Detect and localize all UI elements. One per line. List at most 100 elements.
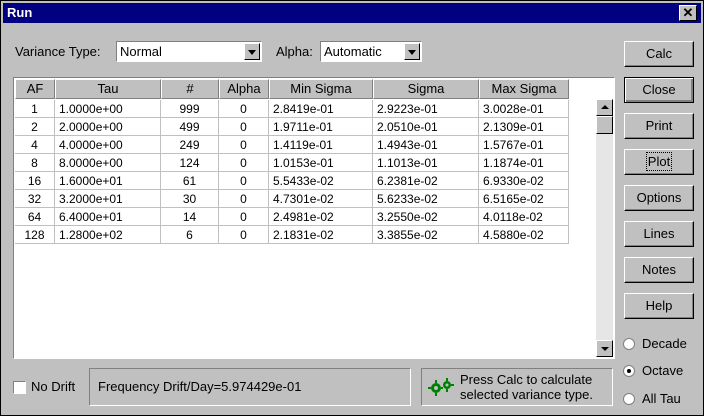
- print-label: Print: [645, 118, 673, 133]
- scroll-down-button[interactable]: [596, 340, 613, 357]
- table-cell: 2.1831e-02: [269, 226, 373, 244]
- table-cell: 4.7301e-02: [269, 190, 373, 208]
- vertical-scrollbar[interactable]: [596, 99, 613, 357]
- alpha-label: Alpha:: [276, 44, 313, 59]
- table-cell: 1.1013e-01: [373, 154, 479, 172]
- table-cell: 0: [219, 136, 269, 154]
- table-cell: 4: [15, 136, 55, 154]
- table-cell: 2.4981e-02: [269, 208, 373, 226]
- table-cell: 8.0000e+00: [55, 154, 161, 172]
- table-cell: 3.3855e-02: [373, 226, 479, 244]
- column-header[interactable]: Tau: [55, 79, 161, 99]
- table-cell: 0: [219, 208, 269, 226]
- table-cell: 1.0000e+00: [55, 100, 161, 118]
- radio-indicator[interactable]: [623, 365, 635, 377]
- table-cell: 0: [219, 172, 269, 190]
- help-button[interactable]: Help: [624, 293, 694, 319]
- table-cell: 6.9330e-02: [479, 172, 569, 190]
- table-cell: 1.1874e-01: [479, 154, 569, 172]
- window-title: Run: [7, 5, 33, 20]
- column-header[interactable]: Max Sigma: [479, 79, 569, 99]
- table-row[interactable]: 32 3.2000e+01 30 0 4.7301e-02 5.6233e-02 6.516…: [15, 190, 597, 208]
- no-drift-checkbox[interactable]: [13, 381, 26, 394]
- notes-label: Notes: [642, 262, 676, 277]
- calc-button[interactable]: Calc: [624, 41, 694, 67]
- table-cell: 6.4000e+01: [55, 208, 161, 226]
- table-cell: 999: [161, 100, 219, 118]
- column-header[interactable]: Alpha: [219, 79, 269, 99]
- close-window-button[interactable]: ✕: [679, 5, 697, 21]
- table-cell: 2.0510e-01: [373, 118, 479, 136]
- table-cell: 6: [161, 226, 219, 244]
- lines-button[interactable]: Lines: [624, 221, 694, 247]
- table-cell: 61: [161, 172, 219, 190]
- table-cell: 4.0000e+00: [55, 136, 161, 154]
- table-cell: 124: [161, 154, 219, 172]
- scroll-up-button[interactable]: [596, 99, 613, 116]
- table-cell: 0: [219, 226, 269, 244]
- alpha-value: Automatic: [324, 44, 382, 59]
- status-panel: Press Calc to calculate selected varianc…: [421, 368, 613, 406]
- options-button[interactable]: Options: [624, 185, 694, 211]
- table-cell: 3.2000e+01: [55, 190, 161, 208]
- table-cell: 6.5165e-02: [479, 190, 569, 208]
- radio-label: Octave: [642, 363, 684, 378]
- help-label: Help: [645, 298, 673, 313]
- table-cell: 1.5767e-01: [479, 136, 569, 154]
- column-header[interactable]: Sigma: [373, 79, 479, 99]
- table-row[interactable]: 8 8.0000e+00 124 0 1.0153e-01 1.1013e-01 1.187…: [15, 154, 597, 172]
- table-cell: 1.9711e-01: [269, 118, 373, 136]
- table-cell: 3.0028e-01: [479, 100, 569, 118]
- status-line-1: Press Calc to calculate: [460, 372, 593, 387]
- table-cell: 1.4119e-01: [269, 136, 373, 154]
- table-cell: 0: [219, 100, 269, 118]
- table-row[interactable]: 1 1.0000e+00 999 0 2.8419e-01 2.9223e-01 3.002…: [15, 100, 597, 118]
- options-label: Options: [636, 190, 682, 205]
- table-cell: 64: [15, 208, 55, 226]
- table-cell: 0: [219, 190, 269, 208]
- lines-label: Lines: [643, 226, 675, 241]
- table-cell: 249: [161, 136, 219, 154]
- alpha-select[interactable]: Automatic: [320, 41, 422, 62]
- run-window: Run ✕ Variance Type: Normal Alpha: Autom…: [0, 0, 704, 416]
- no-drift-label: No Drift: [31, 379, 76, 394]
- radio-indicator[interactable]: [623, 338, 635, 350]
- scroll-thumb[interactable]: [596, 116, 613, 134]
- table-cell: 1.2800e+02: [55, 226, 161, 244]
- radio-indicator[interactable]: [623, 393, 635, 405]
- results-table[interactable]: AF Tau # Alpha Min Sigma Sigma Max Sigma 1 1.00…: [13, 77, 615, 359]
- drift-display: Frequency Drift/Day=5.974429e-01: [89, 368, 411, 406]
- chevron-down-icon[interactable]: [404, 43, 420, 60]
- table-row[interactable]: 4 4.0000e+00 249 0 1.4119e-01 1.4943e-01 1.576…: [15, 136, 597, 154]
- close-button[interactable]: Close: [624, 77, 694, 103]
- radio-label: Decade: [642, 336, 687, 351]
- table-cell: 32: [15, 190, 55, 208]
- column-header[interactable]: #: [161, 79, 219, 99]
- table-cell: 14: [161, 208, 219, 226]
- table-cell: 2: [15, 118, 55, 136]
- table-cell: 1: [15, 100, 55, 118]
- table-row[interactable]: 16 1.6000e+01 61 0 5.5433e-02 6.2381e-02 6.933…: [15, 172, 597, 190]
- table-cell: 0: [219, 118, 269, 136]
- table-cell: 4.0118e-02: [479, 208, 569, 226]
- table-cell: 16: [15, 172, 55, 190]
- column-header[interactable]: AF: [15, 79, 55, 99]
- variance-type-select[interactable]: Normal: [116, 41, 262, 62]
- variance-type-value: Normal: [120, 44, 162, 59]
- notes-button[interactable]: Notes: [624, 257, 694, 283]
- table-row[interactable]: 2 2.0000e+00 499 0 1.9711e-01 2.0510e-01 2.130…: [15, 118, 597, 136]
- table-row[interactable]: 64 6.4000e+01 14 0 2.4981e-02 3.2550e-02 4.011…: [15, 208, 597, 226]
- plot-button[interactable]: Plot: [624, 149, 694, 175]
- table-cell: 6.2381e-02: [373, 172, 479, 190]
- variance-type-label: Variance Type:: [15, 44, 101, 59]
- table-row[interactable]: 128 1.2800e+02 6 0 2.1831e-02 3.3855e-02 4.588…: [15, 226, 597, 244]
- table-cell: 2.1309e-01: [479, 118, 569, 136]
- status-line-2: selected variance type.: [460, 387, 593, 402]
- column-header[interactable]: Min Sigma: [269, 79, 373, 99]
- chevron-down-icon[interactable]: [244, 43, 260, 60]
- table-cell: 2.8419e-01: [269, 100, 373, 118]
- radio-label: All Tau: [642, 391, 681, 406]
- table-cell: 1.4943e-01: [373, 136, 479, 154]
- table-cell: 5.6233e-02: [373, 190, 479, 208]
- print-button[interactable]: Print: [624, 113, 694, 139]
